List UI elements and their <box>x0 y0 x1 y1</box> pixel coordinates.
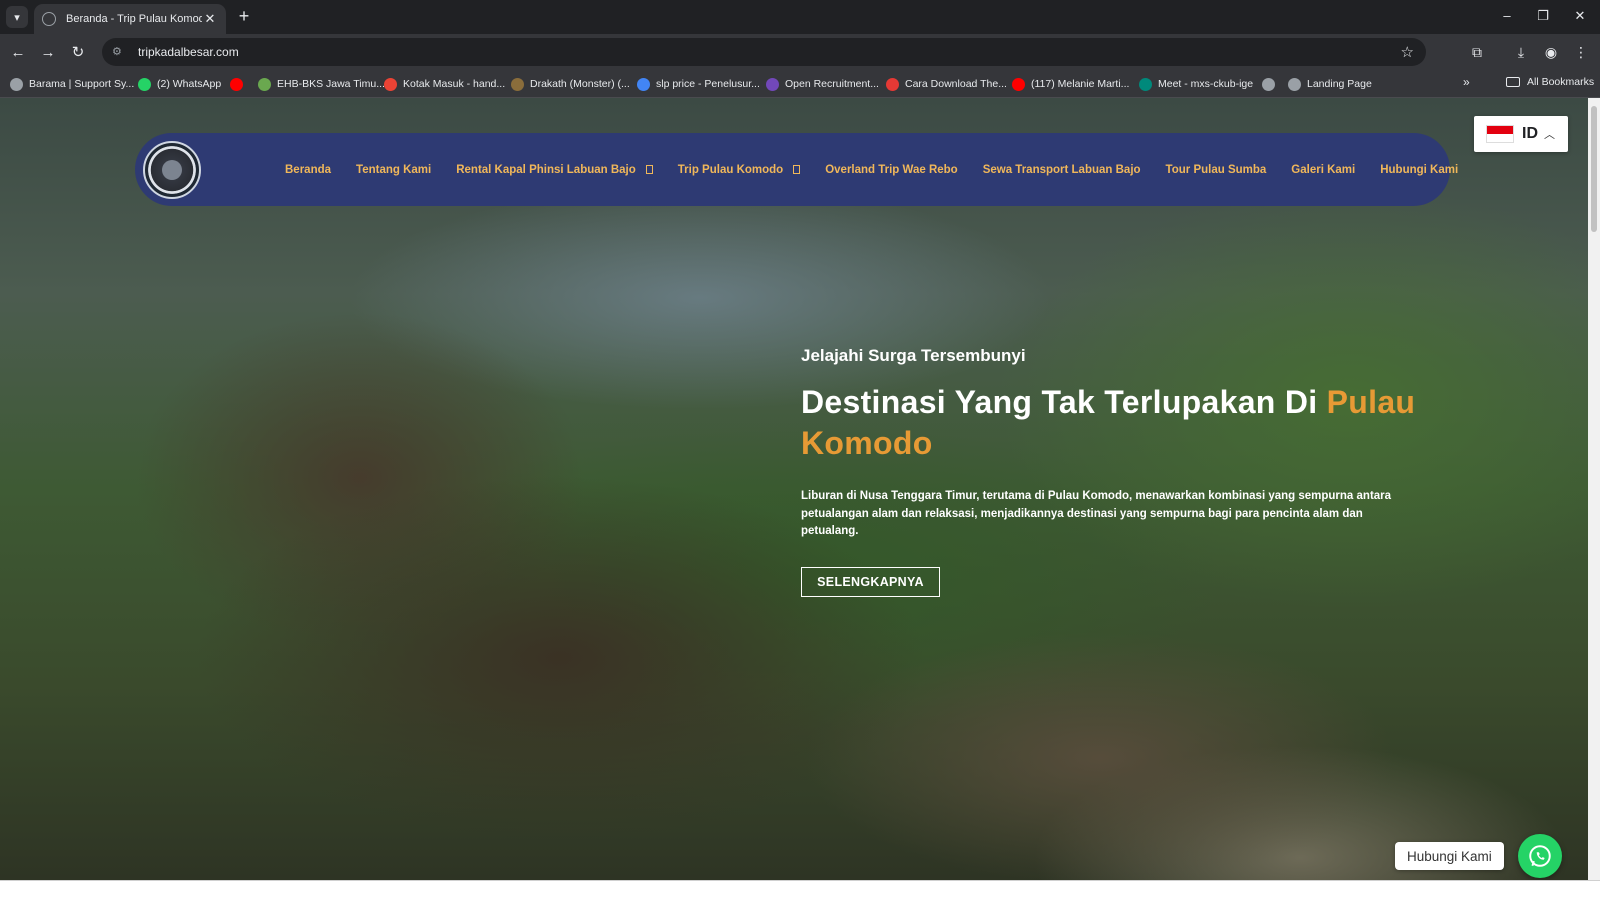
site-icon <box>886 77 899 91</box>
bookmark-item[interactable]: (117) Melanie Marti... <box>1012 76 1129 92</box>
whatsapp-chat-button[interactable] <box>1518 834 1562 878</box>
bookmark-item[interactable] <box>1262 76 1281 92</box>
nav-sewa-transport[interactable]: Sewa Transport Labuan Bajo <box>983 164 1141 176</box>
bookmark-item[interactable]: slp price - Penelusur... <box>637 76 760 92</box>
hero-title: Destinasi Yang Tak Terlupakan Di Pulau K… <box>801 384 1416 461</box>
extensions-icon[interactable]: ⧉ <box>1467 42 1487 62</box>
site-icon <box>511 77 524 91</box>
all-bookmarks-button[interactable]: All Bookmarks <box>1506 76 1594 88</box>
nav-trip-pulau-komodo[interactable]: Trip Pulau Komodo <box>678 164 801 176</box>
dropdown-icon <box>645 165 653 174</box>
globe-icon <box>1262 77 1275 91</box>
site-navbar: Beranda Tentang Kami Rental Kapal Phinsi… <box>135 133 1458 206</box>
nav-tour-pulau-sumba[interactable]: Tour Pulau Sumba <box>1166 164 1267 176</box>
bookmark-item[interactable]: Barama | Support Sy... <box>10 76 134 92</box>
download-icon[interactable]: ⤓ <box>1511 42 1531 62</box>
bookmarks-overflow-button[interactable]: » <box>1463 75 1470 89</box>
whatsapp-icon <box>138 77 151 91</box>
selengkapnya-button[interactable]: SELENGKAPNYA <box>801 566 940 597</box>
tab-title: Beranda - Trip Pulau Komodo <box>66 13 202 25</box>
new-tab-button[interactable]: + <box>234 6 254 28</box>
bookmark-item[interactable]: Landing Page <box>1288 76 1372 92</box>
site-info-icon[interactable]: ⚙ <box>112 46 126 58</box>
minimize-button[interactable]: – <box>1497 8 1517 23</box>
nav-overland-trip[interactable]: Overland Trip Wae Rebo <box>825 164 958 176</box>
meet-icon <box>1139 77 1152 91</box>
site-icon <box>258 77 271 91</box>
reload-icon[interactable]: ↻ <box>67 41 89 63</box>
forms-icon <box>766 77 779 91</box>
google-icon <box>637 77 650 91</box>
main-menu: Beranda Tentang Kami Rental Kapal Phinsi… <box>285 133 1483 206</box>
hero-background: Beranda Tentang Kami Rental Kapal Phinsi… <box>0 98 1588 880</box>
bookmarks-bar: Barama | Support Sy... (2) WhatsApp EHB-… <box>0 70 1600 98</box>
tab-close-icon[interactable]: ✕ <box>202 11 218 27</box>
nav-tentang-kami[interactable]: Tentang Kami <box>356 164 431 176</box>
chevron-up-icon: ︿ <box>1544 129 1555 141</box>
scrollbar-thumb[interactable] <box>1591 106 1597 232</box>
language-switcher[interactable]: ID ︿ <box>1474 116 1568 152</box>
menu-kebab-icon[interactable]: ⋮ <box>1571 42 1591 62</box>
close-window-button[interactable]: ✕ <box>1570 8 1590 24</box>
nav-beranda[interactable]: Beranda <box>285 164 331 176</box>
whatsapp-label[interactable]: Hubungi Kami <box>1395 842 1504 870</box>
back-icon[interactable]: ← <box>7 41 29 63</box>
bookmark-item[interactable] <box>230 76 249 92</box>
forward-icon[interactable]: → <box>37 41 59 63</box>
page-scrollbar[interactable] <box>1588 98 1600 880</box>
nav-galeri-kami[interactable]: Galeri Kami <box>1291 164 1355 176</box>
globe-icon <box>1288 77 1301 91</box>
gmail-icon <box>384 77 397 91</box>
bookmark-item[interactable]: Kotak Masuk - hand... <box>384 76 505 92</box>
browser-toolbar: ← → ↻ ⚙ ☆ ⧉ ⤓ ◉ ⋮ <box>0 34 1600 70</box>
bookmark-item[interactable]: (2) WhatsApp <box>138 76 221 92</box>
youtube-icon <box>1012 77 1025 91</box>
hero-description: Liburan di Nusa Tenggara Timur, terutama… <box>801 490 1392 537</box>
bookmark-item[interactable]: EHB-BKS Jawa Timu... <box>258 76 385 92</box>
indonesia-flag-icon <box>1486 125 1514 143</box>
browser-tab-strip: ▾ Beranda - Trip Pulau Komodo ✕ + – ❐ ✕ <box>0 0 1600 34</box>
page-bottom-edge <box>0 880 1600 900</box>
site-logo[interactable] <box>143 141 201 199</box>
bookmark-item[interactable]: Open Recruitment... <box>766 76 879 92</box>
browser-tab-active[interactable]: Beranda - Trip Pulau Komodo ✕ <box>34 4 226 34</box>
bookmark-star-icon[interactable]: ☆ <box>1401 43 1414 61</box>
nav-rental-kapal[interactable]: Rental Kapal Phinsi Labuan Bajo <box>456 164 653 176</box>
url-input[interactable] <box>138 45 1401 59</box>
hero-content: Jelajahi Surga Tersembunyi Destinasi Yan… <box>801 346 1441 597</box>
tab-search-button[interactable]: ▾ <box>6 6 28 28</box>
language-code: ID <box>1522 125 1538 142</box>
hero-kicker: Jelajahi Surga Tersembunyi <box>801 346 1026 365</box>
whatsapp-icon <box>1529 845 1551 867</box>
profile-icon[interactable]: ◉ <box>1541 42 1561 62</box>
bookmark-item[interactable]: Cara Download The... <box>886 76 1007 92</box>
bookmark-item[interactable]: Meet - mxs-ckub-ige <box>1139 76 1253 92</box>
bookmark-item[interactable]: Drakath (Monster) (... <box>511 76 630 92</box>
folder-icon <box>1506 77 1520 87</box>
youtube-icon <box>230 77 243 91</box>
globe-icon <box>42 12 56 26</box>
globe-icon <box>10 77 23 91</box>
address-bar[interactable]: ⚙ ☆ <box>102 38 1426 66</box>
maximize-button[interactable]: ❐ <box>1533 8 1553 24</box>
dropdown-icon <box>793 165 801 174</box>
nav-hubungi-kami[interactable]: Hubungi Kami <box>1380 164 1458 176</box>
